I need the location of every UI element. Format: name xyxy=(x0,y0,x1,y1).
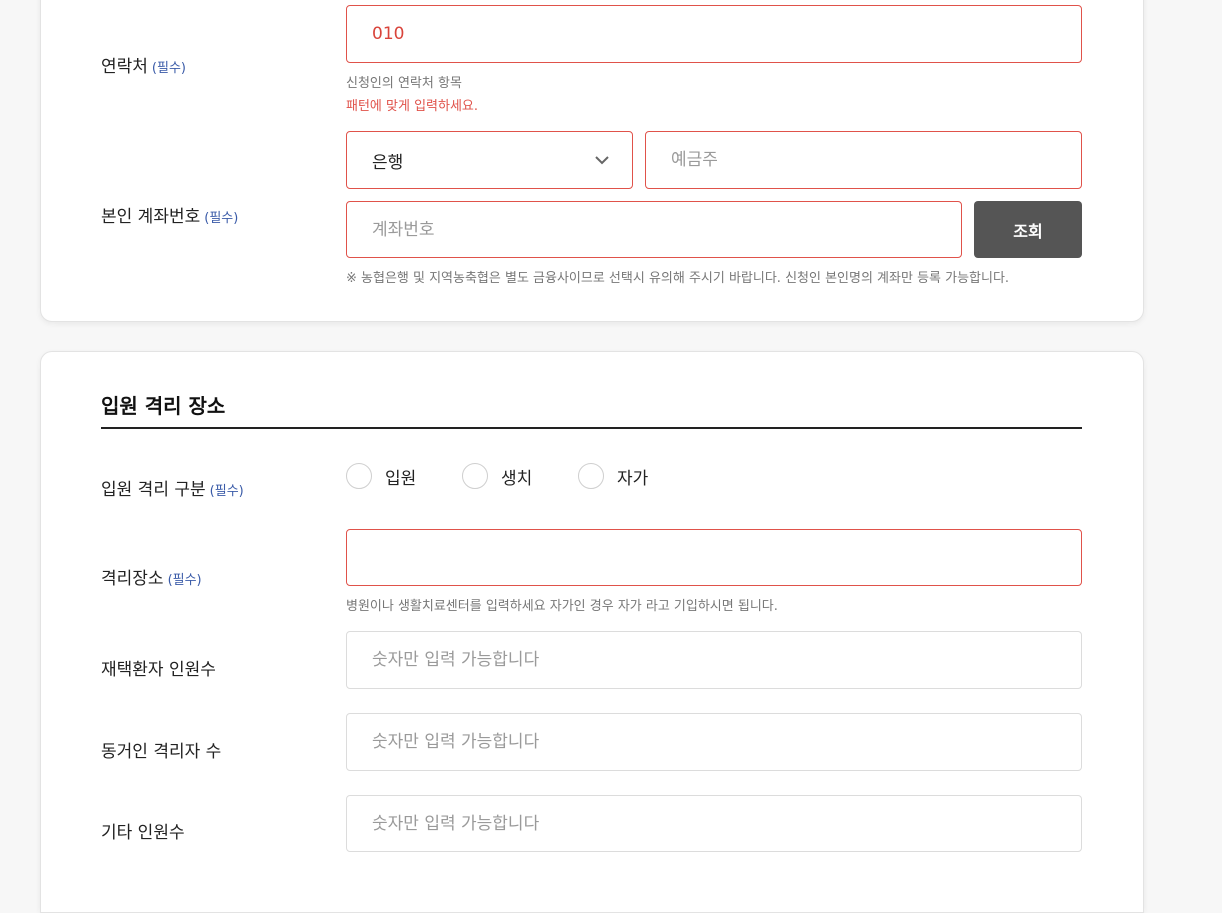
radio-option-hospital[interactable]: 입원 xyxy=(346,461,416,491)
account-holder-input[interactable] xyxy=(671,150,1061,170)
quarantine-place-field[interactable] xyxy=(346,529,1082,586)
required-mark: (필수) xyxy=(167,573,202,588)
radio-button[interactable] xyxy=(578,463,604,489)
contact-field[interactable] xyxy=(346,5,1082,63)
contact-label-text: 연락처 xyxy=(101,57,148,77)
radio-label: 생치 xyxy=(501,468,533,489)
radio-button[interactable] xyxy=(462,463,488,489)
quarantine-place-help: 병원이나 생활치료센터를 입력하세요 자가인 경우 자가 라고 기입하시면 됩니… xyxy=(346,599,778,614)
chevron-down-icon xyxy=(595,156,609,165)
others-label: 기타 인원수 xyxy=(101,823,185,843)
section-title: 입원 격리 장소 xyxy=(101,394,226,418)
radio-label: 입원 xyxy=(385,468,417,489)
others-field[interactable] xyxy=(346,795,1082,852)
account-number-field[interactable] xyxy=(346,201,962,258)
others-input[interactable] xyxy=(372,813,1046,834)
lookup-button[interactable]: 조회 xyxy=(974,201,1082,258)
quarantine-place-input[interactable] xyxy=(372,547,1046,568)
bank-select-value: 은행 xyxy=(372,152,404,173)
quarantine-type-label: 입원 격리 구분 (필수) xyxy=(101,475,244,500)
account-holder-field[interactable] xyxy=(645,131,1082,189)
home-patients-field[interactable] xyxy=(346,631,1082,689)
required-mark: (필수) xyxy=(151,61,186,76)
contact-input[interactable] xyxy=(372,24,1046,44)
radio-button[interactable] xyxy=(346,463,372,489)
account-number-input[interactable] xyxy=(372,219,932,240)
required-mark: (필수) xyxy=(209,484,244,499)
bank-select[interactable]: 은행 xyxy=(346,131,633,189)
quarantine-place-label: 격리장소 (필수) xyxy=(101,564,202,589)
account-label-text: 본인 계좌번호 xyxy=(101,207,201,227)
section-divider xyxy=(101,427,1082,429)
cohabitants-field[interactable] xyxy=(346,713,1082,771)
account-label: 본인 계좌번호 (필수) xyxy=(101,202,238,227)
radio-label: 자가 xyxy=(617,468,649,489)
home-patients-label: 재택환자 인원수 xyxy=(101,660,216,680)
quarantine-type-label-text: 입원 격리 구분 xyxy=(101,480,206,500)
contact-error: 패턴에 맞게 입력하세요. xyxy=(346,99,478,114)
contact-label: 연락처 (필수) xyxy=(101,52,186,77)
home-patients-input[interactable] xyxy=(372,650,1046,670)
contact-help: 신청인의 연락처 항목 xyxy=(346,76,462,91)
radio-option-home[interactable]: 자가 xyxy=(578,461,648,491)
required-mark: (필수) xyxy=(204,211,239,226)
cohabitants-input[interactable] xyxy=(372,732,1046,752)
cohabitants-label: 동거인 격리자 수 xyxy=(101,742,222,762)
radio-option-treatment-center[interactable]: 생치 xyxy=(462,461,532,491)
account-notice: ※ 농협은행 및 지역농축협은 별도 금융사이므로 선택시 유의해 주시기 바랍… xyxy=(346,271,1010,286)
quarantine-place-label-text: 격리장소 xyxy=(101,569,164,589)
